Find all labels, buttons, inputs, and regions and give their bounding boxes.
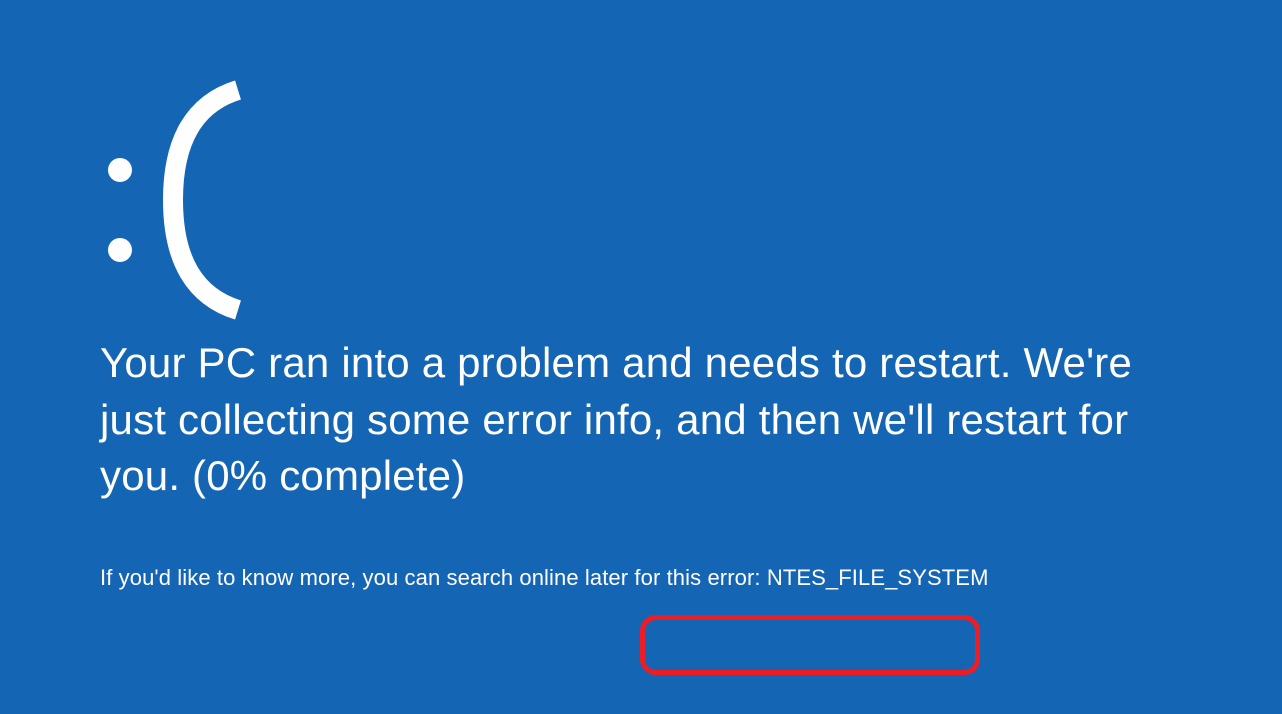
- bsod-error-code: NTES_FILE_SYSTEM: [767, 565, 989, 590]
- bsod-container: Your PC ran into a problem and needs to …: [0, 0, 1282, 591]
- frowny-face-icon: [100, 60, 1182, 310]
- bsod-footer: If you'd like to know more, you can sear…: [100, 565, 1182, 591]
- annotation-highlight-box: [640, 615, 980, 675]
- bsod-main-message: Your PC ran into a problem and needs to …: [100, 335, 1182, 505]
- bsod-footer-prefix: If you'd like to know more, you can sear…: [100, 565, 767, 590]
